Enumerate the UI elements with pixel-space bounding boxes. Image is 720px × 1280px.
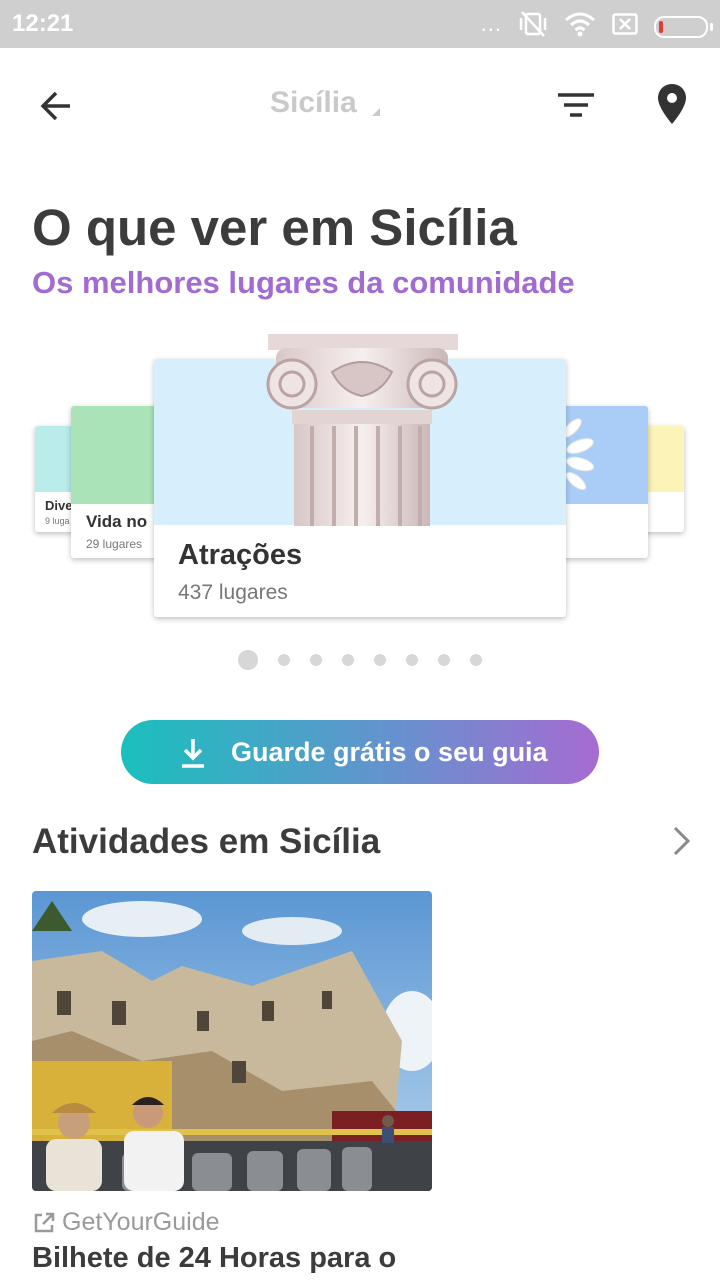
category-card-count: 29 lugares	[86, 537, 143, 551]
filter-button[interactable]	[556, 88, 596, 124]
download-icon	[182, 739, 204, 768]
ionic-column-illustration	[266, 334, 458, 526]
location-pin-icon	[658, 84, 686, 124]
back-button[interactable]	[36, 86, 76, 126]
carousel-page-dot[interactable]	[238, 650, 258, 670]
chevron-right-icon	[673, 826, 691, 856]
page-title: O que ver em Sicília	[32, 199, 517, 256]
top-app-bar: Sicília	[0, 48, 720, 160]
more-dots-icon: ...	[480, 10, 502, 36]
activities-section-title: Atividades em Sicília	[32, 822, 381, 861]
category-card-vida-noturna[interactable]: Vida no 29 lugares	[71, 406, 161, 558]
status-time: 12:21	[12, 10, 74, 37]
carousel-pager[interactable]	[238, 650, 502, 670]
carousel-page-dot[interactable]	[438, 654, 450, 666]
vibrate-off-icon	[518, 10, 548, 43]
category-card-right[interactable]	[558, 406, 648, 558]
map-button[interactable]	[654, 82, 690, 126]
category-card-label: Dive	[45, 498, 73, 513]
filter-icon	[558, 93, 594, 117]
place-title[interactable]: Sicília	[270, 86, 357, 120]
activities-see-more-button[interactable]	[666, 824, 696, 858]
category-card-image	[71, 406, 161, 504]
category-card-count: 437 lugares	[178, 581, 288, 604]
sim-icon	[612, 13, 638, 40]
category-card-label: Atrações	[178, 539, 303, 571]
battery-icon	[654, 15, 713, 38]
place-dropdown-caret-icon[interactable]	[372, 108, 380, 116]
activity-image[interactable]	[32, 891, 432, 1191]
carousel-page-dot[interactable]	[342, 654, 354, 666]
carousel-page-dot[interactable]	[310, 654, 322, 666]
carousel-page-dot[interactable]	[374, 654, 386, 666]
save-guide-label: Guarde grátis o seu guia	[231, 737, 548, 767]
carousel-page-dot[interactable]	[470, 654, 482, 666]
carousel-page-dot[interactable]	[278, 654, 290, 666]
palermo-street-photo	[32, 891, 432, 1191]
daisy-illustration	[562, 418, 595, 491]
wifi-icon	[564, 11, 596, 42]
activity-provider[interactable]: GetYourGuide	[32, 1208, 220, 1237]
status-bar: 12:21 ...	[0, 0, 720, 48]
save-guide-button[interactable]: Guarde grátis o seu guia	[121, 720, 599, 784]
page-subtitle: Os melhores lugares da comunidade	[32, 265, 575, 300]
back-arrow-icon	[40, 91, 70, 121]
activity-title[interactable]: Bilhete de 24 Horas para o	[32, 1242, 396, 1275]
carousel-page-dot[interactable]	[406, 654, 418, 666]
category-card-image	[558, 406, 648, 504]
external-link-icon	[34, 1212, 55, 1232]
status-icons: ...	[480, 10, 713, 43]
category-card-count: 9 luga	[45, 516, 70, 526]
category-card-label: Vida no	[86, 512, 148, 531]
provider-label: GetYourGuide	[62, 1208, 220, 1236]
